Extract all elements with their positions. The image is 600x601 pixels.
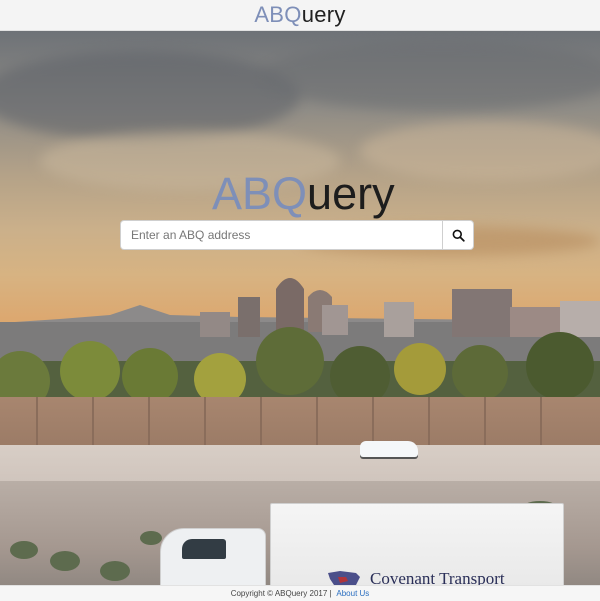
header-logo-prefix: ABQ	[254, 2, 302, 27]
truck-window	[182, 539, 226, 559]
main-logo: ABQ uery	[212, 168, 395, 220]
top-header: ABQ uery	[0, 0, 600, 31]
us-map-logo-icon	[328, 571, 360, 585]
footer: Copyright © ABQuery 2017 | About Us	[0, 585, 600, 601]
sound-wall	[0, 397, 600, 447]
truck-text: Covenant Transport	[370, 569, 505, 585]
copyright-text: Copyright © ABQuery 2017	[230, 589, 328, 598]
footer-separator: |	[329, 589, 332, 598]
cloud	[260, 41, 600, 111]
address-search-input[interactable]	[120, 220, 442, 250]
header-logo-suffix: uery	[301, 2, 346, 27]
main-logo-prefix: ABQ	[212, 168, 308, 219]
highway-road	[0, 445, 600, 485]
hero-background: Covenant Transport	[0, 31, 600, 585]
search-button[interactable]	[442, 220, 474, 250]
search-icon	[452, 229, 465, 242]
about-us-link[interactable]: About Us	[336, 589, 369, 598]
search-bar	[120, 220, 474, 250]
main-logo-suffix: uery	[307, 168, 395, 219]
white-car	[360, 441, 418, 457]
header-logo[interactable]: ABQ uery	[254, 2, 345, 28]
